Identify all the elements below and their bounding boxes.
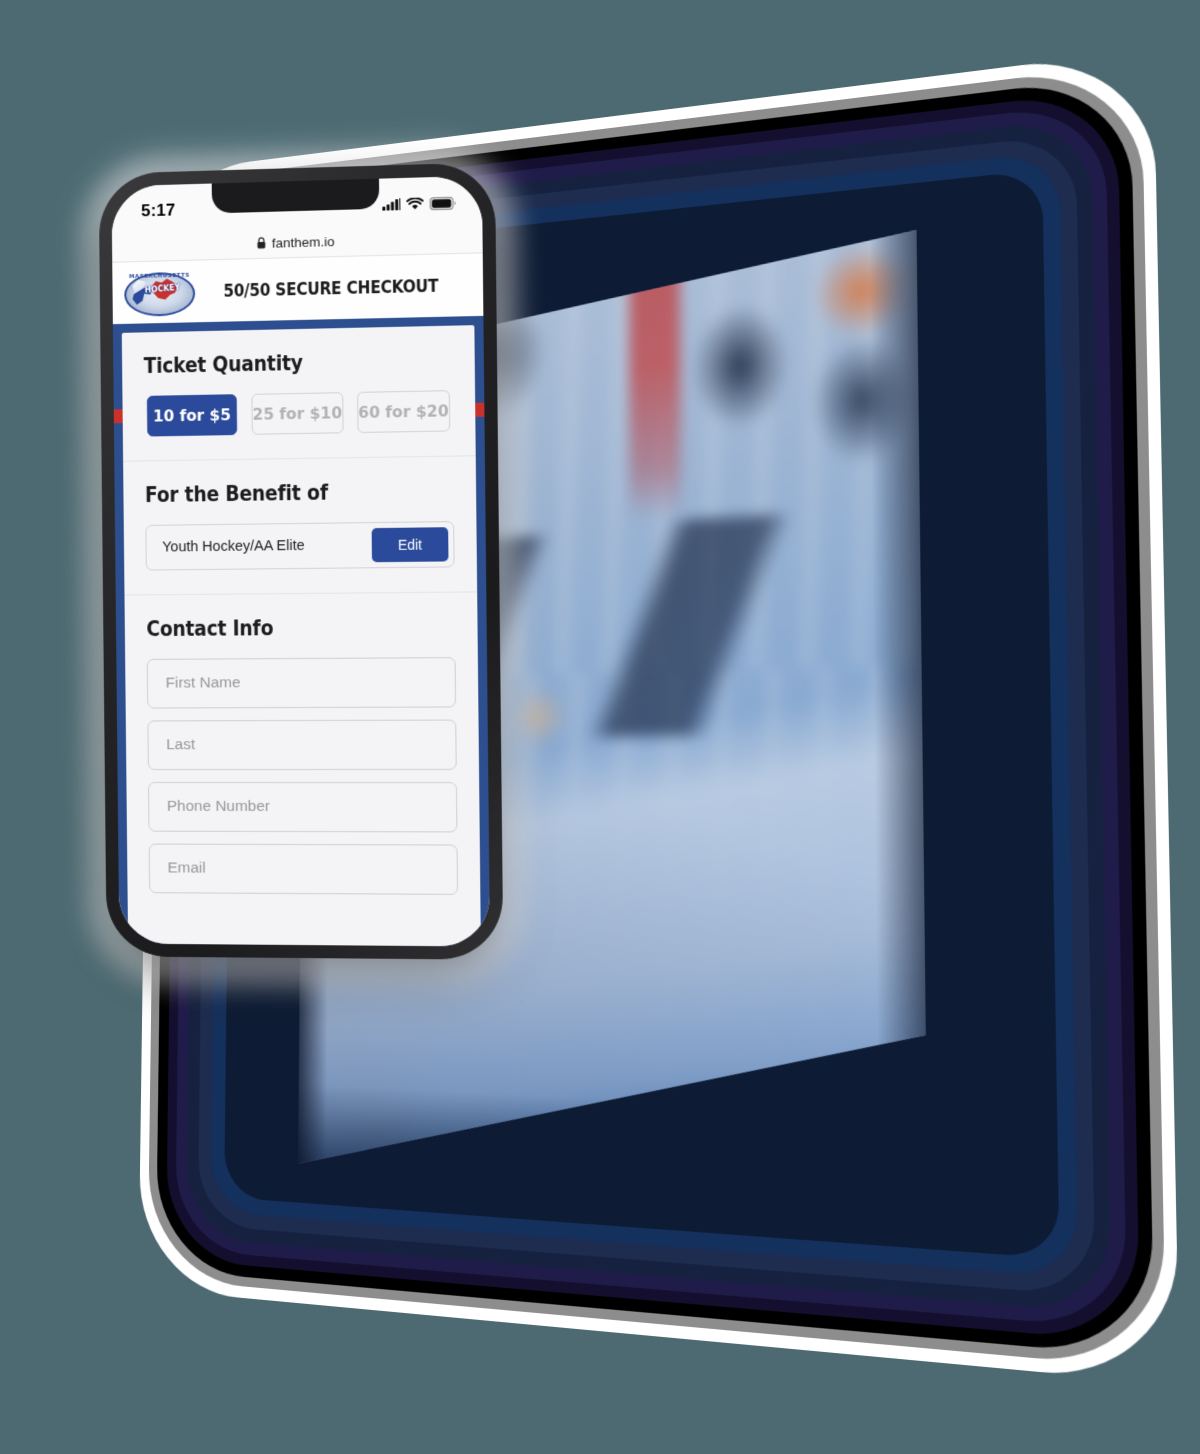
logo-arc-text: MASSACHUSETTS <box>129 272 190 281</box>
edit-benefit-button[interactable]: Edit <box>371 527 449 563</box>
cellular-signal-icon <box>382 198 401 211</box>
benefit-title: For the Benefit of <box>144 480 329 508</box>
red-accent-right <box>475 402 485 417</box>
qty-option-10-for-5[interactable]: 10 for $5 <box>146 394 238 437</box>
phone-number-input[interactable] <box>147 781 458 833</box>
page-blue-frame: Ticket Quantity 10 for $5 25 for $10 60 … <box>112 315 491 947</box>
phone-screen: 5:17 fanthem.io MASSACHUSETTS HOCKEY 50/… <box>111 175 491 947</box>
mockup-scene: 5:17 fanthem.io MASSACHUSETTS HOCKEY 50/… <box>0 0 1200 1454</box>
qty-option-25-for-10[interactable]: 25 for $10 <box>251 392 344 435</box>
ticket-quantity-options: 10 for $5 25 for $10 60 for $20 <box>144 390 453 437</box>
status-time: 5:17 <box>141 200 176 221</box>
wifi-icon <box>406 197 423 209</box>
last-name-input[interactable] <box>147 719 457 771</box>
section-contact-info: Contact Info <box>124 592 480 919</box>
section-benefit: For the Benefit of Youth Hockey/AA Elite… <box>123 456 478 596</box>
page-title: 50/50 SECURE CHECKOUT <box>223 275 439 302</box>
email-input[interactable] <box>148 843 459 895</box>
checkout-form: Ticket Quantity 10 for $5 25 for $10 60 … <box>121 325 481 947</box>
status-icon-group <box>382 196 456 211</box>
battery-icon <box>430 196 456 210</box>
first-name-input[interactable] <box>146 657 457 709</box>
ticket-quantity-title: Ticket Quantity <box>143 350 303 379</box>
benefit-organization-name: Youth Hockey/AA Elite <box>162 537 305 556</box>
contact-info-title: Contact Info <box>146 616 274 642</box>
massachusetts-hockey-logo: MASSACHUSETTS HOCKEY <box>120 267 196 318</box>
phone-frame: 5:17 fanthem.io MASSACHUSETTS HOCKEY 50/… <box>98 162 504 960</box>
url-text: fanthem.io <box>271 233 335 251</box>
qty-option-60-for-20[interactable]: 60 for $20 <box>357 390 451 434</box>
phone-notch <box>211 178 380 214</box>
site-header: MASSACHUSETTS HOCKEY 50/50 SECURE CHECKO… <box>112 253 484 325</box>
lock-icon <box>257 237 266 249</box>
section-ticket-quantity: Ticket Quantity 10 for $5 25 for $10 60 … <box>121 325 476 462</box>
phone-device-mockup: 5:17 fanthem.io MASSACHUSETTS HOCKEY 50/… <box>82 147 522 987</box>
red-accent-left <box>113 409 123 424</box>
benefit-selector: Youth Hockey/AA Elite Edit <box>145 521 455 571</box>
